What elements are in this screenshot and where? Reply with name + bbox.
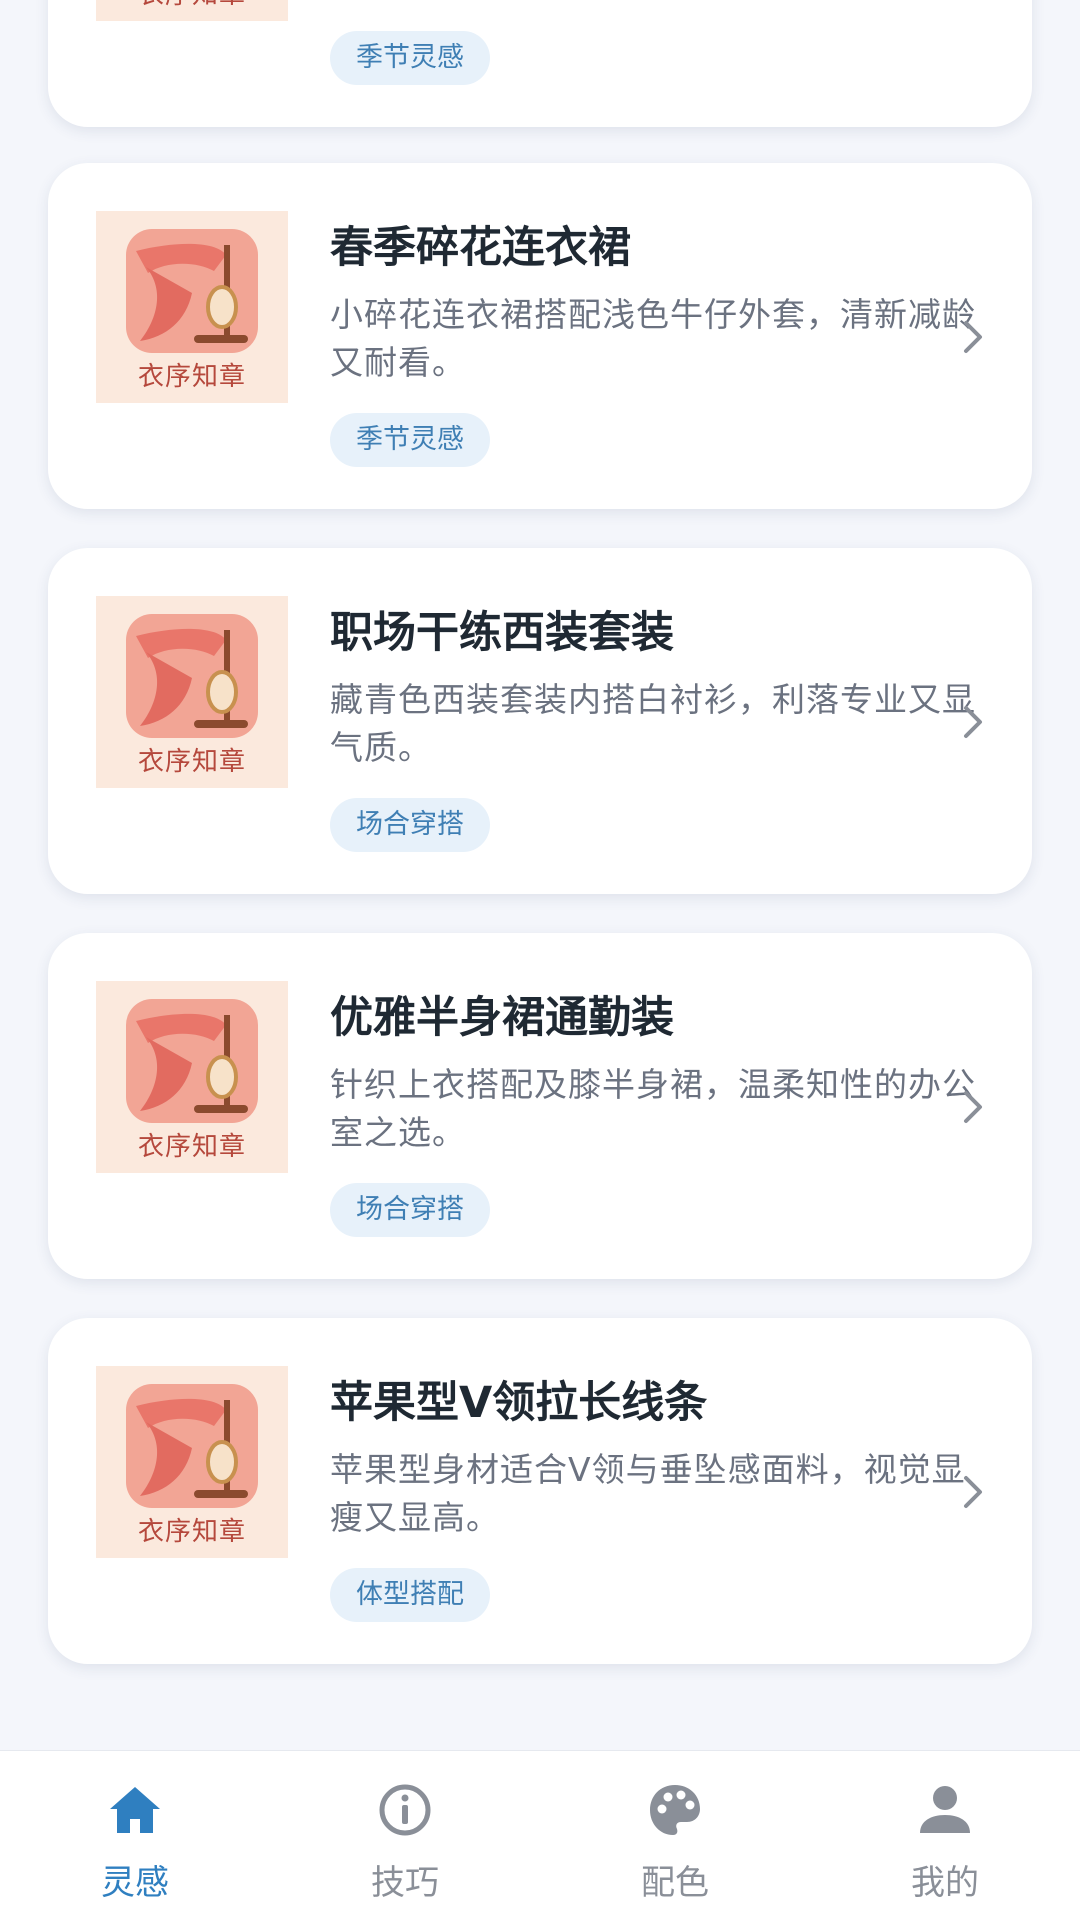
card-title: 优雅半身裙通勤装 — [330, 993, 674, 1043]
inspiration-feed[interactable]: 衣序知章 季节灵感 衣序知章 春季碎花连衣裙 小碎花连衣裙搭配浅色牛仔外套，清新… — [0, 0, 1080, 1750]
inspiration-card[interactable]: 衣序知章 春季碎花连衣裙 小碎花连衣裙搭配浅色牛仔外套，清新减龄又耐看。 季节灵… — [48, 163, 1032, 509]
nav-item-tips[interactable]: 技巧 — [270, 1751, 540, 1921]
card-title: 职场干练西装套装 — [330, 608, 674, 658]
palette-icon — [650, 1785, 700, 1835]
inspiration-card[interactable]: 衣序知章 苹果型V领拉长线条 苹果型身材适合V领与垂坠感面料，视觉显瘦又显高。 … — [48, 1318, 1032, 1664]
home-icon — [110, 1787, 160, 1833]
card-thumbnail: 衣序知章 — [96, 1366, 288, 1558]
category-tag[interactable]: 场合穿搭 — [330, 798, 490, 852]
inspiration-card[interactable]: 衣序知章 优雅半身裙通勤装 针织上衣搭配及膝半身裙，温柔知性的办公室之选。 场合… — [48, 933, 1032, 1279]
nav-label: 配色 — [641, 1863, 709, 1903]
chevron-right-icon[interactable] — [954, 692, 994, 752]
nav-item-profile[interactable]: 我的 — [810, 1751, 1080, 1921]
thumbnail-caption: 衣序知章 — [137, 747, 246, 777]
nav-label: 我的 — [911, 1863, 979, 1903]
card-title: 苹果型V领拉长线条 — [330, 1378, 708, 1428]
person-icon — [920, 1786, 970, 1833]
card-description: 针织上衣搭配及膝半身裙，温柔知性的办公室之选。 — [330, 1065, 976, 1152]
category-tag[interactable]: 季节灵感 — [330, 413, 490, 467]
inspiration-card[interactable]: 衣序知章 季节灵感 — [48, 0, 1032, 127]
card-thumbnail: 衣序知章 — [96, 596, 288, 788]
card-thumbnail: 衣序知章 — [96, 981, 288, 1173]
card-description: 小碎花连衣裙搭配浅色牛仔外套，清新减龄又耐看。 — [330, 295, 976, 382]
thumbnail-caption: 衣序知章 — [137, 1132, 246, 1162]
nav-label: 灵感 — [101, 1863, 169, 1903]
category-tag[interactable]: 体型搭配 — [330, 1568, 490, 1622]
card-thumbnail: 衣序知章 — [96, 211, 288, 403]
chevron-right-icon[interactable] — [954, 1077, 994, 1137]
category-tag[interactable]: 季节灵感 — [330, 31, 490, 85]
card-description: 藏青色西装套装内搭白衬衫，利落专业又显气质。 — [330, 680, 976, 767]
thumbnail-caption: 衣序知章 — [96, 0, 288, 11]
nav-item-inspiration[interactable]: 灵感 — [0, 1751, 270, 1921]
inspiration-card[interactable]: 衣序知章 职场干练西装套装 藏青色西装套装内搭白衬衫，利落专业又显气质。 场合穿… — [48, 548, 1032, 894]
card-title: 春季碎花连衣裙 — [330, 223, 631, 273]
chevron-right-icon[interactable] — [954, 1462, 994, 1522]
category-tag[interactable]: 场合穿搭 — [330, 1183, 490, 1237]
info-icon — [379, 1784, 431, 1836]
chevron-right-icon[interactable] — [954, 307, 994, 367]
thumbnail-caption: 衣序知章 — [137, 1517, 246, 1547]
card-thumbnail: 衣序知章 — [96, 0, 288, 21]
card-description: 苹果型身材适合V领与垂坠感面料，视觉显瘦又显高。 — [330, 1450, 966, 1537]
nav-item-colors[interactable]: 配色 — [540, 1751, 810, 1921]
bottom-navigation: 灵感 技巧 配色 我的 — [0, 1750, 1080, 1921]
thumbnail-caption: 衣序知章 — [137, 362, 246, 392]
nav-label: 技巧 — [371, 1863, 439, 1903]
